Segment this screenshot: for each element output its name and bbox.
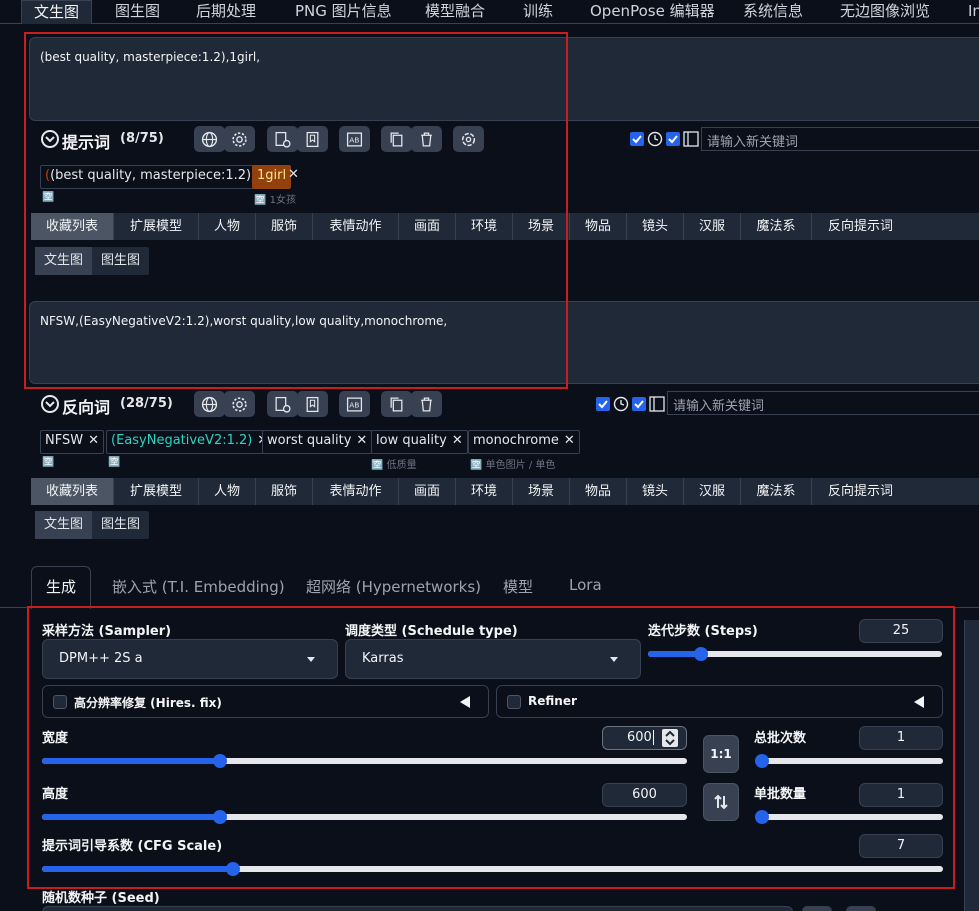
cat-camera[interactable]: 镜头 — [627, 213, 684, 240]
tab-more[interactable]: In — [968, 0, 979, 24]
history-icon[interactable] — [267, 391, 298, 417]
svg-text:AB: AB — [349, 400, 359, 409]
copy-icon[interactable] — [381, 391, 412, 417]
tab-system-info[interactable]: 系统信息 — [743, 0, 803, 24]
tab-model[interactable]: 模型 — [503, 576, 533, 597]
column-icon[interactable] — [649, 396, 665, 416]
column-icon[interactable] — [683, 131, 699, 151]
checkbox-2[interactable] — [666, 132, 680, 146]
cat-negative[interactable]: 反向提示词 — [812, 213, 909, 240]
tab-img2img[interactable]: 图生图 — [115, 0, 160, 24]
cat-expression[interactable]: 表情动作 — [313, 478, 399, 505]
cat-negative[interactable]: 反向提示词 — [812, 478, 909, 505]
tab-image-browser[interactable]: 无边图像浏览 — [840, 0, 930, 24]
negative-tag[interactable]: NFSW ✕ — [40, 430, 104, 454]
globe-icon[interactable] — [194, 391, 225, 417]
seed-reuse-button[interactable] — [846, 906, 876, 911]
tab-lora[interactable]: Lora — [569, 576, 602, 594]
cat-hanfu[interactable]: 汉服 — [684, 478, 741, 505]
cat-people[interactable]: 人物 — [199, 478, 256, 505]
cat-camera[interactable]: 镜头 — [627, 478, 684, 505]
cat-scene-image[interactable]: 画面 — [399, 478, 456, 505]
checkbox-1[interactable] — [630, 132, 644, 146]
subtab-txt2img[interactable]: 文生图 — [35, 511, 93, 539]
highlight-settings-box — [27, 606, 955, 889]
cat-items[interactable]: 物品 — [570, 213, 627, 240]
tab-extras[interactable]: 后期处理 — [196, 0, 256, 24]
cat-hanfu[interactable]: 汉服 — [684, 213, 741, 240]
right-output-panel-edge — [964, 620, 979, 911]
subtab-img2img[interactable]: 图生图 — [92, 511, 149, 539]
cat-clothing[interactable]: 服饰 — [256, 478, 313, 505]
negative-tag[interactable]: worst quality ✕ — [262, 430, 373, 454]
tab-merge[interactable]: 模型融合 — [425, 0, 485, 24]
cat-magic[interactable]: 魔法系 — [741, 478, 812, 505]
tab-hypernetworks[interactable]: 超网络 (Hypernetworks) — [306, 576, 481, 597]
top-tab-bar: 文生图 图生图 后期处理 PNG 图片信息 模型融合 训练 OpenPose 编… — [0, 0, 979, 24]
negative-token-count: (28/75) — [120, 396, 173, 411]
highlight-prompt-box — [24, 32, 568, 389]
collapse-negative-icon[interactable] — [41, 395, 59, 413]
negative-tag[interactable]: (EasyNegativeV2:1.2)✕ — [106, 430, 274, 454]
cat-scene[interactable]: 场景 — [513, 478, 570, 505]
tab-png-info[interactable]: PNG 图片信息 — [295, 0, 392, 24]
negative-tag-sub: 🈳 单色图片 / 单色 — [470, 460, 556, 471]
tab-generate[interactable]: 生成 — [31, 566, 92, 609]
tab-embedding[interactable]: 嵌入式 (T.I. Embedding) — [112, 576, 285, 597]
category-bar-negative: 收藏列表 扩展模型 人物 服饰 表情动作 画面 环境 场景 物品 镜头 汉服 魔… — [31, 478, 979, 505]
clock-icon[interactable] — [613, 396, 629, 416]
cat-items[interactable]: 物品 — [570, 478, 627, 505]
cat-environment[interactable]: 环境 — [456, 478, 513, 505]
seed-random-button[interactable] — [802, 906, 832, 911]
generation-tabs: 生成 嵌入式 (T.I. Embedding) 超网络 (Hypernetwor… — [0, 566, 979, 609]
translate-icon[interactable]: AB — [339, 391, 370, 417]
negative-tag[interactable]: monochrome ✕ — [468, 430, 580, 454]
seed-input[interactable] — [42, 906, 793, 911]
clock-icon[interactable] — [647, 131, 663, 151]
tab-train[interactable]: 训练 — [523, 0, 553, 24]
negative-subtabs: 文生图 图生图 — [35, 511, 150, 539]
gear-icon[interactable] — [224, 391, 255, 417]
translate-mini-icon: 🈳 — [108, 457, 121, 468]
translate-mini-icon: 🈳 — [42, 457, 55, 468]
tab-txt2img[interactable]: 文生图 — [21, 0, 93, 24]
bookmark-icon[interactable] — [297, 391, 328, 417]
negative-tag[interactable]: low quality ✕ — [371, 430, 468, 454]
cat-magic[interactable]: 魔法系 — [741, 213, 812, 240]
tab-openpose[interactable]: OpenPose 编辑器 — [590, 0, 715, 24]
checkbox-4[interactable] — [632, 397, 646, 411]
negative-label: 反向词 — [62, 398, 111, 417]
prompt-keyword-input[interactable]: 请输入新关键词 — [701, 127, 979, 151]
trash-icon[interactable] — [411, 391, 442, 417]
negative-tag-sub: 🈳 低质量 — [371, 460, 417, 471]
checkbox-3[interactable] — [596, 397, 610, 411]
cat-favorites[interactable]: 收藏列表 — [31, 478, 114, 505]
cat-extensions[interactable]: 扩展模型 — [114, 478, 199, 505]
negative-keyword-input[interactable]: 请输入新关键词 — [667, 391, 979, 415]
seed-label: 随机数种子 (Seed) — [42, 891, 160, 906]
